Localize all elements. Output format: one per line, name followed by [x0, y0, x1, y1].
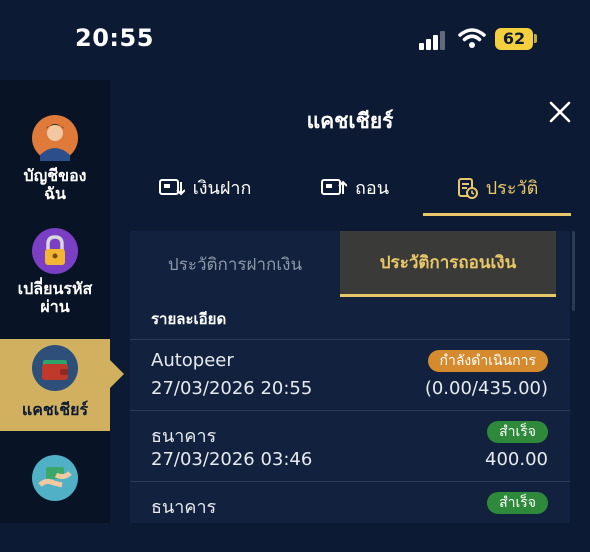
transaction-method: ธนาคาร: [151, 426, 217, 447]
transaction-method: ธนาคาร: [151, 497, 217, 518]
status-badge: สำเร็จ: [487, 421, 548, 443]
details-header: รายละเอียด: [151, 310, 227, 328]
transaction-date: 27/03/2026 03:46: [151, 449, 313, 470]
panel-scrollbar[interactable]: [572, 231, 575, 311]
subtab-withdraw-history[interactable]: ประวัติการถอนเงิน: [340, 231, 556, 297]
list-item[interactable]: ธนาคาร สำเร็จ: [130, 482, 570, 552]
sidebar-item-exchange[interactable]: [0, 455, 110, 523]
tab-label: ถอน: [354, 178, 389, 199]
tab-label: เงินฝาก: [192, 178, 252, 199]
subtab-deposit-history[interactable]: ประวัติการฝากเงิน: [130, 231, 340, 297]
transaction-amount: (0.00/435.00): [424, 378, 548, 399]
page-title: แคชเชียร์: [306, 109, 394, 133]
sidebar-item-label: เปลี่ยนรหัสผ่าน: [17, 279, 93, 316]
wifi-icon: [458, 28, 486, 48]
withdraw-icon: [320, 178, 347, 195]
sidebar-item-label: บัญชีของฉัน: [23, 166, 87, 203]
sidebar-item-change-password[interactable]: เปลี่ยนรหัสผ่าน: [0, 228, 110, 328]
cellular-signal-icon: [419, 30, 449, 50]
lock-icon: [32, 228, 78, 274]
list-item[interactable]: Autopeer 27/03/2026 20:55 กำลังดำเนินการ…: [130, 340, 570, 411]
history-icon: [457, 177, 478, 199]
history-subtabs: ประวัติการฝากเงิน ประวัติการถอนเงิน: [130, 231, 570, 297]
sidebar: บัญชีของฉัน เปลี่ยนรหัสผ่าน แคชเชียร์: [0, 80, 124, 523]
battery-tip: [534, 34, 537, 43]
sidebar-item-label: แคชเชียร์: [21, 400, 89, 419]
status-time: 20:55: [75, 24, 154, 52]
transaction-method: Autopeer: [151, 350, 234, 371]
list-item[interactable]: ธนาคาร 27/03/2026 03:46 สำเร็จ 400.00: [130, 411, 570, 482]
history-panel: ประวัติการฝากเงิน ประวัติการถอนเงิน รายล…: [130, 231, 570, 523]
wallet-icon: [32, 345, 78, 391]
user-avatar-icon: [32, 115, 78, 161]
active-indicator-arrow: [110, 360, 124, 388]
cashier-tabs: เงินฝาก ถอน ประวัติ: [140, 160, 572, 216]
sidebar-item-account[interactable]: บัญชีของฉัน: [0, 115, 110, 215]
deposit-icon: [158, 178, 185, 195]
tab-active-underline: [423, 213, 571, 216]
coin-exchange-icon: [32, 455, 78, 501]
status-badge: กำลังดำเนินการ: [427, 350, 548, 372]
close-icon[interactable]: [548, 100, 572, 124]
sidebar-item-cashier[interactable]: แคชเชียร์: [0, 339, 110, 431]
tab-deposit[interactable]: เงินฝาก: [140, 160, 270, 215]
status-badge: สำเร็จ: [487, 492, 548, 514]
transaction-date: 27/03/2026 20:55: [151, 378, 313, 399]
status-bar: 20:55 62: [0, 0, 590, 80]
battery-indicator: 62: [495, 28, 533, 50]
tab-history[interactable]: ประวัติ: [423, 160, 571, 215]
tab-label: ประวัติ: [485, 178, 539, 199]
tab-withdraw[interactable]: ถอน: [290, 160, 420, 215]
transaction-amount: 400.00: [485, 449, 548, 470]
